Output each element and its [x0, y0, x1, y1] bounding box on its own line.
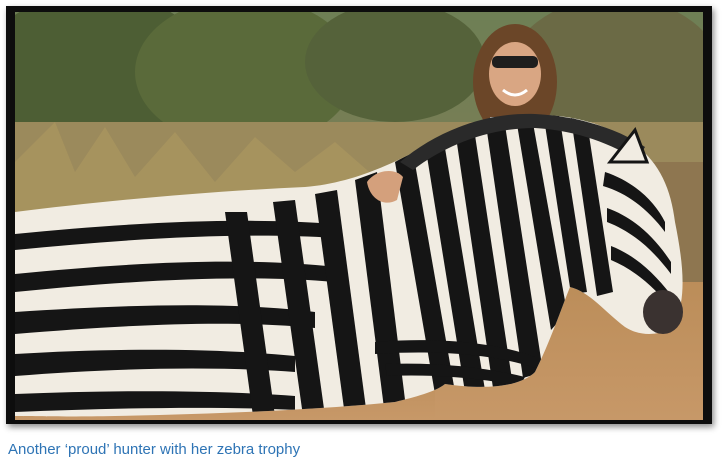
- photo-frame: [6, 6, 712, 424]
- zebra-trophy-photo-icon: [15, 12, 703, 420]
- hunting-photo: [15, 12, 703, 420]
- photo-caption: Another ‘proud’ hunter with her zebra tr…: [8, 441, 301, 458]
